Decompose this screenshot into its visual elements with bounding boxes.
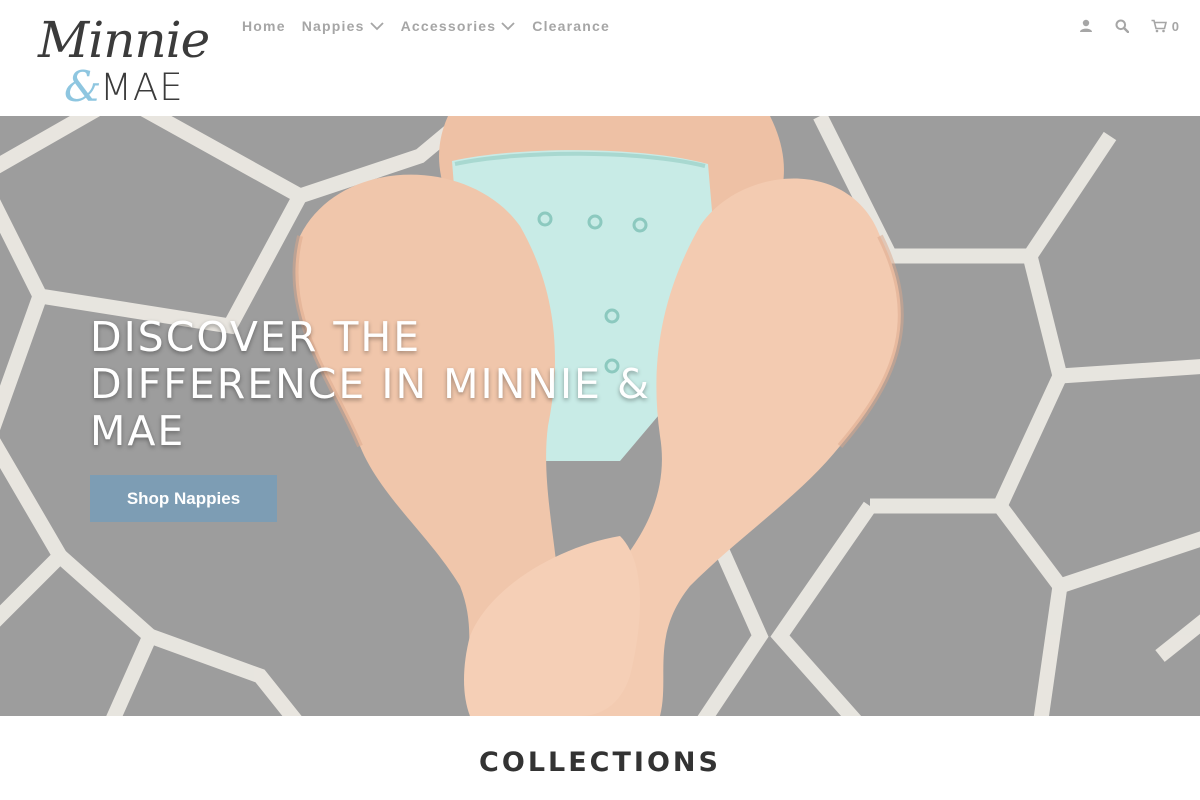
- site-header: Minnie & MAE Home Nappies Accessories Cl…: [0, 0, 1200, 116]
- main-nav: Home Nappies Accessories Clearance: [242, 16, 626, 36]
- nav-item-label: Nappies: [301, 18, 365, 34]
- nav-item-label: Clearance: [532, 18, 611, 34]
- hero-heading: DISCOVER THE DIFFERENCE IN MINNIE & MAE: [90, 313, 651, 455]
- nav-item-accessories[interactable]: Accessories: [401, 16, 517, 36]
- search-icon[interactable]: [1115, 16, 1129, 36]
- nav-item-label: Home: [242, 18, 286, 34]
- logo-ampersand: &: [64, 62, 102, 111]
- collections-heading: COLLECTIONS: [479, 747, 721, 778]
- user-icon[interactable]: [1079, 16, 1093, 36]
- nav-item-clearance[interactable]: Clearance: [532, 16, 610, 36]
- chevron-down-icon: [501, 22, 515, 31]
- nav-item-home[interactable]: Home: [242, 16, 286, 36]
- hero-banner: DISCOVER THE DIFFERENCE IN MINNIE & MAE …: [0, 116, 1200, 716]
- shop-nappies-button[interactable]: Shop Nappies: [90, 475, 277, 522]
- chevron-down-icon: [369, 22, 384, 31]
- logo-word-text: MAE: [100, 66, 184, 109]
- brand-logo[interactable]: Minnie & MAE: [36, 10, 210, 111]
- nav-item-label: Accessories: [400, 18, 497, 34]
- header-utility-icons: 0: [1057, 16, 1180, 36]
- cart-count: 0: [1171, 18, 1180, 34]
- nav-item-nappies[interactable]: Nappies: [302, 16, 385, 36]
- cart-button[interactable]: 0: [1151, 16, 1180, 36]
- logo-script-text: Minnie: [38, 11, 210, 69]
- cart-icon: [1151, 19, 1167, 33]
